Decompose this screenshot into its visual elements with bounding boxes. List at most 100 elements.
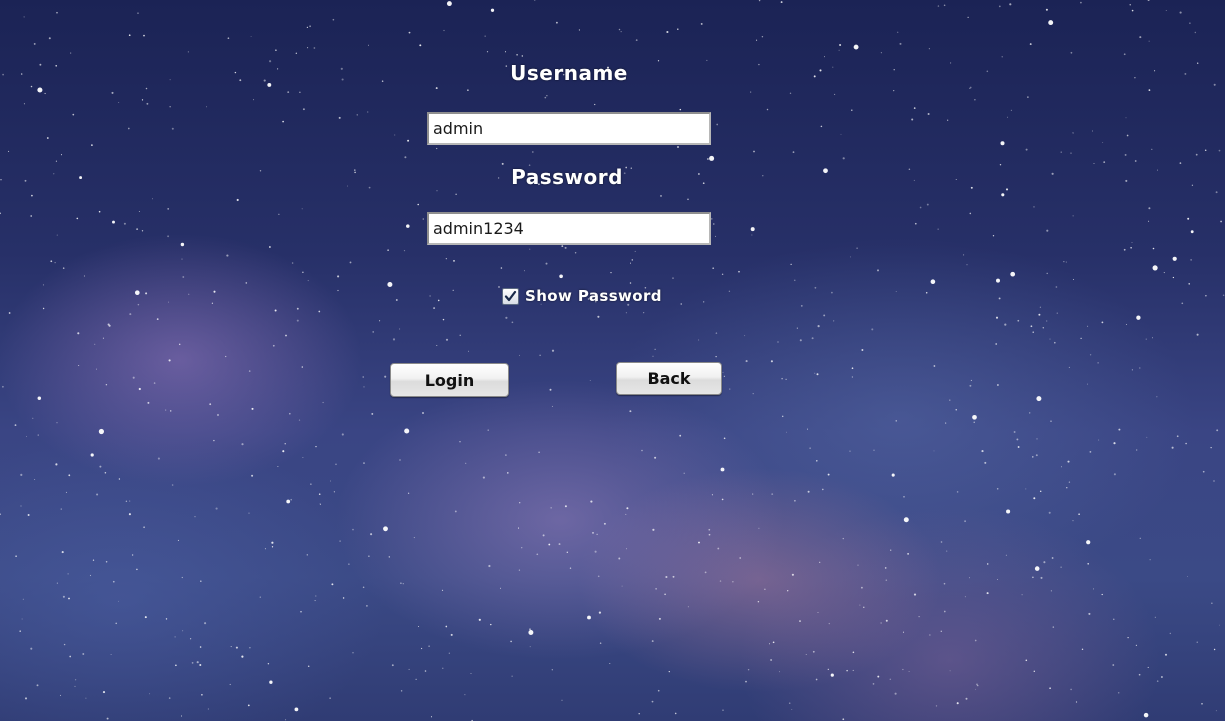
star [654, 348, 656, 350]
star [1029, 43, 1032, 46]
star [269, 60, 272, 63]
star [259, 596, 261, 598]
star [975, 688, 977, 690]
star [251, 474, 254, 477]
star [1001, 193, 1005, 197]
show-password-checkbox[interactable]: Show Password [502, 287, 662, 305]
star [935, 705, 938, 707]
star [794, 279, 796, 281]
star [454, 510, 457, 513]
back-button[interactable]: Back [616, 362, 722, 395]
star [823, 168, 828, 174]
star [551, 405, 553, 407]
star [229, 683, 231, 686]
star [363, 386, 365, 388]
star [1131, 9, 1134, 12]
star [23, 16, 25, 18]
star [115, 622, 117, 625]
star [141, 99, 144, 101]
star [860, 586, 863, 589]
star [294, 707, 299, 712]
star [72, 113, 75, 116]
star [98, 210, 101, 213]
star [998, 5, 1001, 8]
star [300, 611, 302, 613]
star [877, 269, 879, 272]
show-password-label[interactable]: Show Password [525, 287, 662, 305]
star [408, 668, 410, 670]
star [819, 69, 822, 72]
star [885, 579, 888, 581]
star [1201, 702, 1203, 705]
star [1136, 315, 1141, 320]
star [587, 615, 591, 620]
star [419, 44, 422, 47]
star [815, 678, 818, 681]
star [761, 35, 764, 38]
star [687, 606, 689, 608]
star [177, 539, 179, 541]
star [332, 18, 335, 21]
login-button[interactable]: Login [390, 363, 509, 397]
star [213, 439, 215, 442]
star [248, 370, 251, 372]
star [1112, 664, 1115, 666]
star [337, 289, 339, 292]
star [94, 343, 96, 345]
star [863, 606, 865, 608]
star [745, 360, 748, 363]
star [282, 450, 285, 453]
star [201, 694, 203, 696]
star [758, 527, 760, 529]
star [566, 551, 568, 553]
star [945, 422, 947, 424]
username-input[interactable] [427, 112, 711, 145]
star [213, 290, 216, 293]
star [169, 106, 171, 108]
star [180, 242, 185, 247]
star [1213, 480, 1215, 482]
star [531, 151, 534, 153]
star [523, 270, 526, 272]
star [723, 437, 726, 440]
star [1138, 673, 1141, 676]
star [330, 480, 331, 482]
star [511, 675, 513, 677]
star [368, 555, 370, 557]
star [1081, 648, 1084, 650]
star [295, 52, 297, 54]
star [698, 541, 700, 544]
star [363, 462, 365, 464]
star [1035, 454, 1038, 457]
star [1072, 132, 1074, 134]
checkbox-checked-icon[interactable] [502, 287, 519, 305]
star [211, 302, 214, 304]
star [738, 270, 740, 273]
star [715, 235, 716, 237]
star [1005, 188, 1009, 191]
star [1005, 554, 1007, 556]
star [964, 520, 966, 523]
star [546, 95, 548, 97]
username-label: Username [510, 61, 628, 85]
star [399, 459, 401, 461]
star [687, 198, 689, 201]
star [98, 428, 104, 435]
star [790, 263, 792, 265]
star [1039, 490, 1042, 493]
star [821, 488, 824, 491]
star [817, 325, 820, 328]
star [157, 457, 160, 460]
star [248, 512, 250, 514]
star [974, 639, 977, 642]
star [1000, 141, 1005, 146]
star [33, 42, 36, 45]
star [127, 127, 130, 130]
star [1210, 447, 1212, 449]
star [974, 99, 976, 101]
star [651, 640, 654, 643]
star [521, 547, 523, 549]
password-input[interactable] [427, 212, 711, 245]
star [781, 415, 784, 418]
star [490, 623, 492, 626]
